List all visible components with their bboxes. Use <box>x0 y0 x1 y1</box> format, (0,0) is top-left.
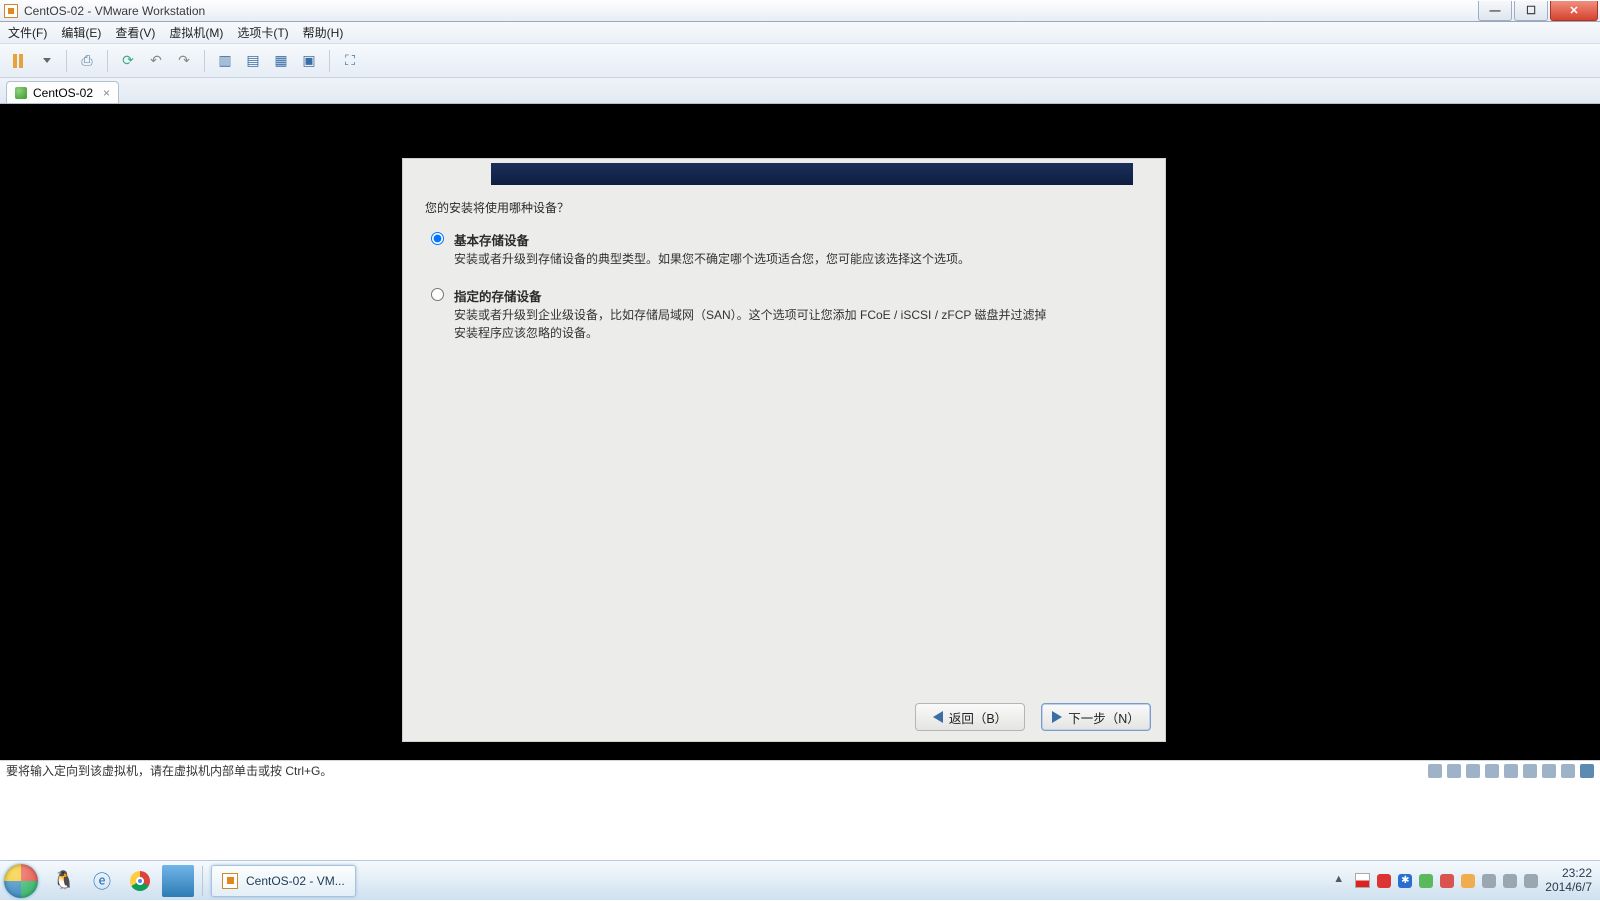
option-specialized-desc: 安装或者升级到企业级设备，比如存储局域网（SAN）。这个选项可让您添加 FCoE… <box>454 307 1054 342</box>
back-button-label: 返回（B） <box>949 708 1007 727</box>
device-net-icon[interactable] <box>1485 764 1499 778</box>
device-status-icons <box>1428 764 1594 778</box>
tray-bluetooth-icon[interactable]: ✱ <box>1398 874 1412 888</box>
toolbar-separator <box>107 50 108 72</box>
tray-clock[interactable]: 23:22 2014/6/7 <box>1545 867 1592 895</box>
menu-file[interactable]: 文件(F) <box>8 24 47 41</box>
system-tray: ▲ ✱ 23:22 2014/6/7 <box>1333 867 1600 895</box>
chrome-icon[interactable] <box>124 865 156 897</box>
app-icon <box>4 4 18 18</box>
tray-shield-icon[interactable] <box>1419 874 1433 888</box>
device-display-icon[interactable] <box>1561 764 1575 778</box>
tab-centos02[interactable]: CentOS-02 × <box>6 81 119 103</box>
menu-edit[interactable]: 编辑(E) <box>61 24 101 41</box>
menubar: 文件(F) 编辑(E) 查看(V) 虚拟机(M) 选项卡(T) 帮助(H) <box>0 22 1600 44</box>
tabstrip: CentOS-02 × <box>0 78 1600 104</box>
taskbar-item-vmware[interactable]: CentOS-02 - VM... <box>211 865 356 897</box>
power-icon[interactable]: ⟳ <box>116 49 140 73</box>
tray-user-icon[interactable] <box>1461 874 1475 888</box>
menu-tabs[interactable]: 选项卡(T) <box>237 24 288 41</box>
device-sound-icon[interactable] <box>1523 764 1537 778</box>
start-button[interactable] <box>0 861 42 901</box>
tray-clock-time: 23:22 <box>1545 867 1592 881</box>
tray-volume-icon[interactable] <box>1524 874 1538 888</box>
window-title: CentOS-02 - VMware Workstation <box>24 4 205 18</box>
ie-icon[interactable]: ⓔ <box>86 865 118 897</box>
option-specialized-title: 指定的存储设备 <box>454 286 1054 305</box>
installer-panel: 您的安装将使用哪种设备？ 基本存储设备 安装或者升级到存储设备的典型类型。如果您… <box>402 158 1166 742</box>
toolbar-separator <box>66 50 67 72</box>
next-button[interactable]: 下一步（N） <box>1041 703 1151 731</box>
taskbar: 🐧 ⓔ CentOS-02 - VM... ▲ ✱ 23:22 2014/6/7 <box>0 860 1600 900</box>
vm-viewport[interactable]: 您的安装将使用哪种设备？ 基本存储设备 安装或者升级到存储设备的典型类型。如果您… <box>0 104 1600 760</box>
device-harddisk-icon[interactable] <box>1428 764 1442 778</box>
pause-button[interactable] <box>6 49 30 73</box>
toolbar-separator <box>204 50 205 72</box>
installer-banner <box>491 163 1133 185</box>
back-button[interactable]: 返回（B） <box>915 703 1025 731</box>
explorer-icon[interactable] <box>162 865 194 897</box>
qq-icon[interactable]: 🐧 <box>48 865 80 897</box>
dropdown-icon[interactable] <box>34 49 58 73</box>
statusbar-hint: 要将输入定向到该虚拟机，请在虚拟机内部单击或按 Ctrl+G。 <box>6 762 332 779</box>
device-floppy-icon[interactable] <box>1466 764 1480 778</box>
next-button-label: 下一步（N） <box>1068 708 1140 727</box>
taskbar-separator <box>202 866 203 896</box>
radio-specialized-storage[interactable] <box>431 288 444 301</box>
fullscreen-icon[interactable]: ⛶ <box>338 49 362 73</box>
snapshot-back-icon[interactable]: ↶ <box>144 49 168 73</box>
taskbar-item-icon <box>222 873 238 889</box>
menu-vm[interactable]: 虚拟机(M) <box>169 24 223 41</box>
window-titlebar: CentOS-02 - VMware Workstation — ☐ ✕ <box>0 0 1600 22</box>
tray-clock-date: 2014/6/7 <box>1545 881 1592 895</box>
taskbar-item-label: CentOS-02 - VM... <box>246 874 345 888</box>
toolbar-separator <box>329 50 330 72</box>
device-cd-icon[interactable] <box>1447 764 1461 778</box>
tab-vm-icon <box>15 87 27 99</box>
tab-label: CentOS-02 <box>33 86 93 100</box>
option-specialized-storage[interactable]: 指定的存储设备 安装或者升级到企业级设备，比如存储局域网（SAN）。这个选项可让… <box>425 286 1143 342</box>
option-basic-desc: 安装或者升级到存储设备的典型类型。如果您不确定哪个选项适合您，您可能应该选择这个… <box>454 251 970 268</box>
option-basic-storage[interactable]: 基本存储设备 安装或者升级到存储设备的典型类型。如果您不确定哪个选项适合您，您可… <box>425 230 1143 268</box>
minimize-button[interactable]: — <box>1478 1 1512 21</box>
toolbar: ⎙ ⟳ ↶ ↷ ▥ ▤ ▦ ▣ ⛶ <box>0 44 1600 78</box>
tray-network-icon[interactable] <box>1377 874 1391 888</box>
device-message-icon[interactable] <box>1580 764 1594 778</box>
windows-orb-icon <box>4 864 38 898</box>
tray-action-center-icon[interactable] <box>1355 873 1370 888</box>
option-basic-title: 基本存储设备 <box>454 230 970 249</box>
connect-device-icon[interactable]: ⎙ <box>75 49 99 73</box>
device-usb-icon[interactable] <box>1504 764 1518 778</box>
tab-close-icon[interactable]: × <box>103 86 110 100</box>
thumbnail-icon[interactable]: ▥ <box>213 49 237 73</box>
unity-icon[interactable]: ▦ <box>269 49 293 73</box>
multi-mon-icon[interactable]: ▤ <box>241 49 265 73</box>
tray-g-icon[interactable] <box>1440 874 1454 888</box>
statusbar: 要将输入定向到该虚拟机，请在虚拟机内部单击或按 Ctrl+G。 <box>0 760 1600 780</box>
radio-basic-storage[interactable] <box>431 232 444 245</box>
tray-show-hidden-icon[interactable]: ▲ <box>1333 873 1348 888</box>
menu-view[interactable]: 查看(V) <box>115 24 155 41</box>
console-view-icon[interactable]: ▣ <box>297 49 321 73</box>
installer-question: 您的安装将使用哪种设备？ <box>425 199 1143 216</box>
tray-signal-icon[interactable] <box>1503 874 1517 888</box>
menu-help[interactable]: 帮助(H) <box>303 24 344 41</box>
arrow-left-icon <box>933 711 943 723</box>
device-printer-icon[interactable] <box>1542 764 1556 778</box>
snapshot-forward-icon[interactable]: ↷ <box>172 49 196 73</box>
arrow-right-icon <box>1052 711 1062 723</box>
tray-device-icon[interactable] <box>1482 874 1496 888</box>
maximize-button[interactable]: ☐ <box>1514 1 1548 21</box>
close-button[interactable]: ✕ <box>1550 1 1598 21</box>
